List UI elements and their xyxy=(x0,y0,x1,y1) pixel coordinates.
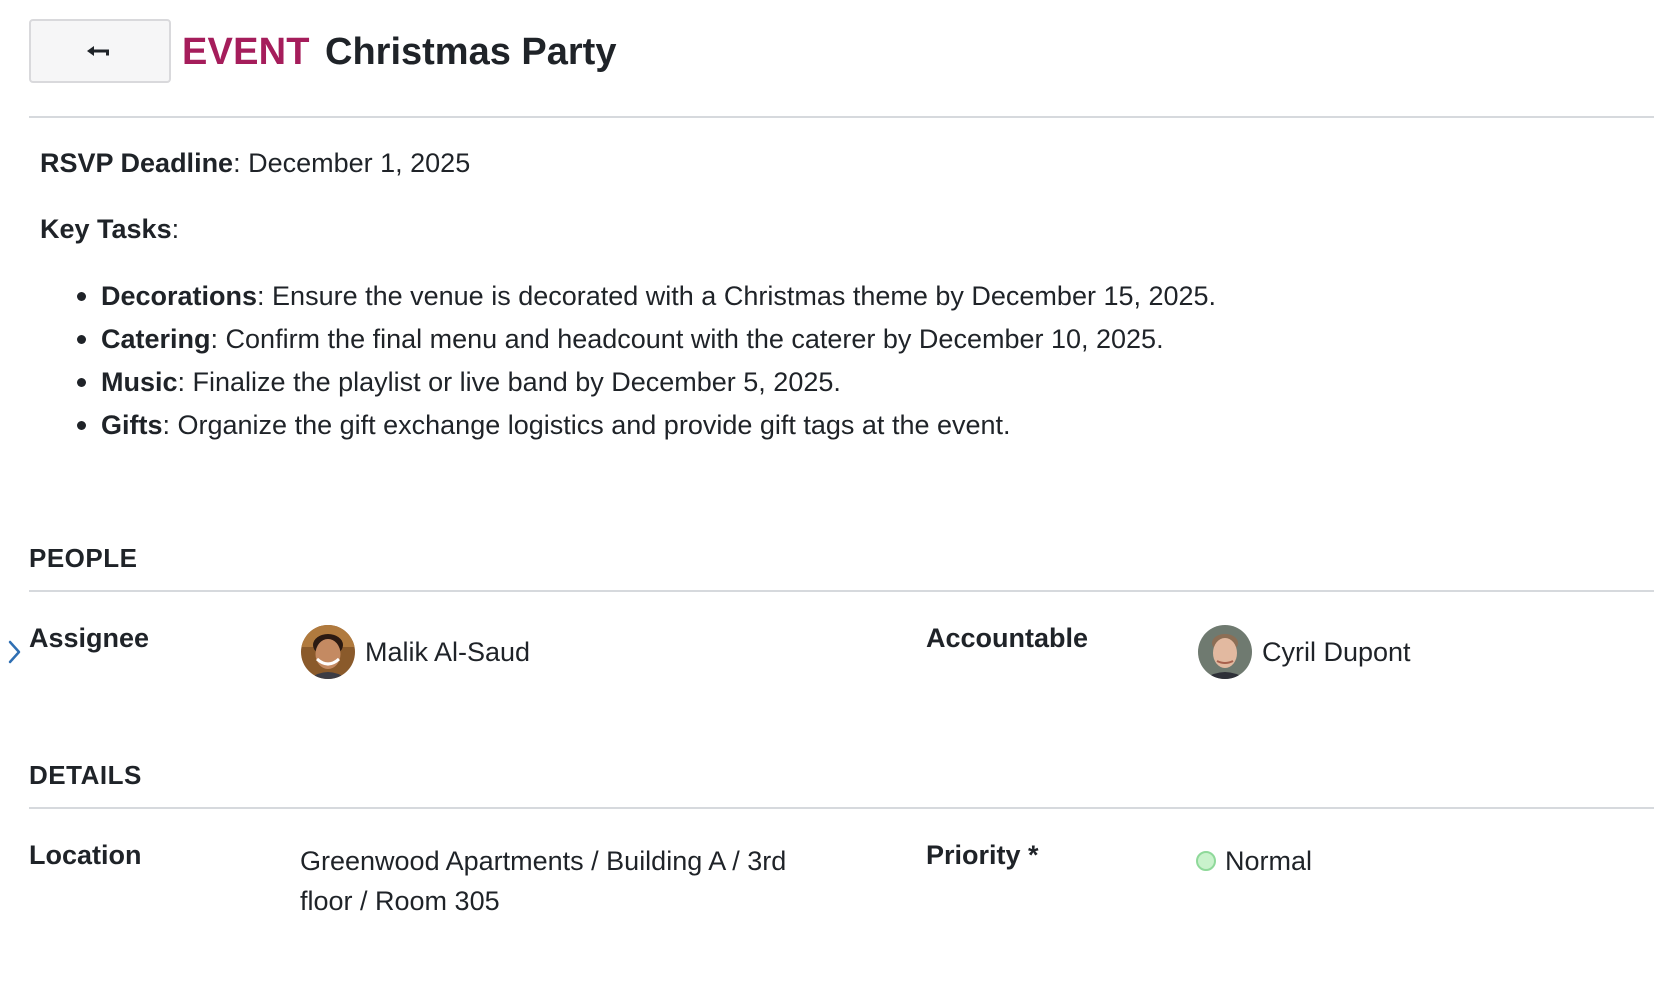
task-text: : Ensure the venue is decorated with a C… xyxy=(257,281,1217,311)
task-text: : Confirm the final menu and headcount w… xyxy=(210,324,1164,354)
task-name: Music xyxy=(101,367,178,397)
rsvp-deadline-label: RSVP Deadline xyxy=(40,148,234,178)
task-text: : Organize the gift exchange logistics a… xyxy=(162,410,1011,440)
key-tasks-heading: Key Tasks: xyxy=(40,211,179,247)
accountable-person[interactable]: Cyril Dupont xyxy=(1198,624,1411,680)
location-line-1: Greenwood Apartments / Building A / 3rd xyxy=(300,846,787,876)
details-section-title: DETAILS xyxy=(29,760,142,790)
list-item: Music: Finalize the playlist or live ban… xyxy=(40,364,1216,407)
bullet-icon xyxy=(77,335,86,344)
list-item: Gifts: Organize the gift exchange logist… xyxy=(40,407,1216,450)
task-name: Gifts xyxy=(101,410,163,440)
people-section-divider xyxy=(29,590,1654,592)
task-name: Catering xyxy=(101,324,211,354)
key-tasks-list: Decorations: Ensure the venue is decorat… xyxy=(40,278,1216,450)
key-tasks-colon: : xyxy=(171,214,180,244)
location-line-2: floor / Room 305 xyxy=(300,886,500,916)
record-type-label: EVENT xyxy=(182,31,310,73)
avatar xyxy=(301,625,355,679)
avatar xyxy=(1198,625,1252,679)
location-label: Location xyxy=(29,840,142,870)
header-divider xyxy=(29,116,1654,118)
priority-value[interactable]: Normal xyxy=(1196,841,1312,881)
key-tasks-label: Key Tasks xyxy=(40,214,172,244)
people-section-title: PEOPLE xyxy=(29,543,138,573)
bullet-icon xyxy=(77,378,86,387)
rsvp-deadline: RSVP Deadline: December 1, 2025 xyxy=(40,145,470,181)
assignee-name: Malik Al-Saud xyxy=(365,637,531,667)
assignee-label: Assignee xyxy=(29,623,150,653)
task-text: : Finalize the playlist or live band by … xyxy=(177,367,841,397)
bullet-icon xyxy=(77,292,86,301)
arrow-left-icon xyxy=(85,44,115,58)
back-button[interactable] xyxy=(29,19,171,83)
priority-text: Normal xyxy=(1225,846,1313,876)
location-value[interactable]: Greenwood Apartments / Building A / 3rd … xyxy=(300,841,786,921)
bullet-icon xyxy=(77,421,86,430)
chevron-right-icon[interactable] xyxy=(6,640,24,664)
accountable-name: Cyril Dupont xyxy=(1262,637,1411,667)
priority-status-icon xyxy=(1196,851,1216,871)
details-section-divider xyxy=(29,807,1654,809)
page-title: Christmas Party xyxy=(325,31,617,73)
list-item: Catering: Confirm the final menu and hea… xyxy=(40,321,1216,364)
task-name: Decorations xyxy=(101,281,258,311)
rsvp-deadline-value: : December 1, 2025 xyxy=(233,148,471,178)
accountable-label: Accountable xyxy=(926,623,1089,653)
list-item: Decorations: Ensure the venue is decorat… xyxy=(40,278,1216,321)
event-detail-page: EVENT Christmas Party RSVP Deadline: Dec… xyxy=(0,0,1654,1004)
priority-label: Priority * xyxy=(926,840,1039,870)
assignee-person[interactable]: Malik Al-Saud xyxy=(301,624,530,680)
